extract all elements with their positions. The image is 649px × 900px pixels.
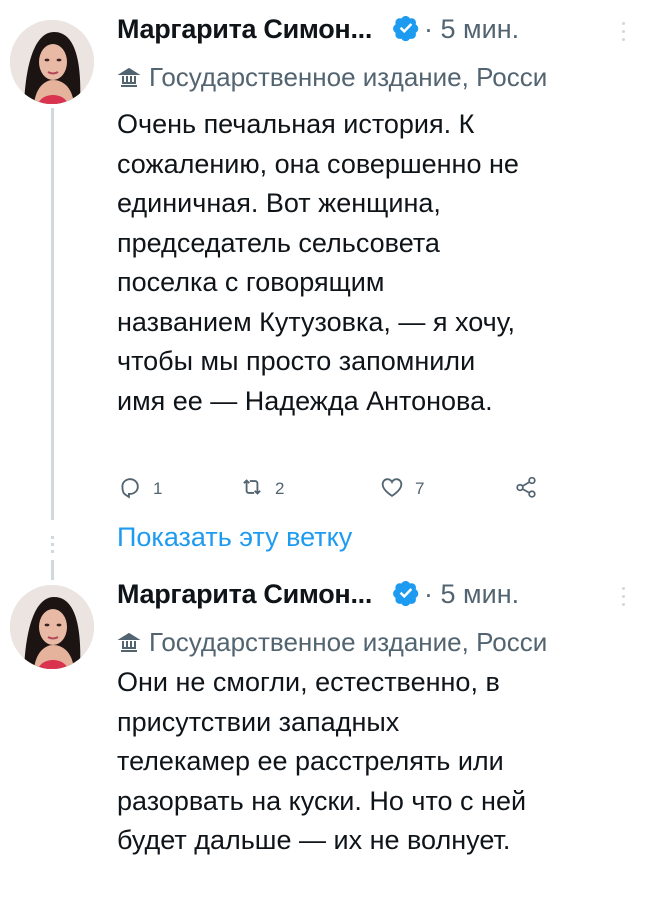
state-media-flag-icon: [117, 65, 141, 89]
verified-badge-icon: [392, 579, 420, 607]
tweet-2[interactable]: Маргарита Симон... · 5 мин. Государственн…: [0, 565, 649, 900]
like-button[interactable]: 7: [379, 474, 424, 504]
retweet-button[interactable]: 2: [239, 474, 284, 504]
tweet-text-line: телекамер ее расстрелять или: [117, 746, 504, 776]
thread-dot: [51, 543, 54, 546]
more-icon[interactable]: [621, 587, 627, 609]
tweet-text: Очень печальная история. К сожалению, он…: [117, 105, 632, 421]
tweet-text-line: разорвать на куски. Но что с ней: [117, 785, 527, 816]
tweet-timestamp[interactable]: · 5 мин.: [424, 579, 519, 609]
like-icon: [379, 474, 405, 505]
tweet-text-line: поселка с говорящим: [117, 267, 385, 297]
thread-dot: [51, 536, 54, 539]
author-avatar[interactable]: [10, 585, 94, 669]
tweet-header: Маргарита Симон... · 5 мин.: [117, 579, 519, 619]
reply-button[interactable]: 1: [117, 474, 162, 504]
share-icon: [513, 474, 539, 505]
tweet-text: Они не смогли, естественно, в присутстви…: [117, 663, 632, 861]
state-media-label[interactable]: Государственное издание, Росси: [117, 627, 649, 658]
reply-icon: [117, 474, 143, 505]
tweet-timestamp[interactable]: · 5 мин.: [424, 14, 519, 44]
retweet-icon: [239, 474, 265, 505]
thread-dot: [51, 550, 54, 553]
author-name[interactable]: Маргарита Симон...: [117, 14, 372, 44]
tweet-text-line: Они не смогли, естественно, в: [117, 667, 500, 697]
share-button[interactable]: [513, 474, 539, 504]
tweet-text-line: будет дальше — их не волнует.: [117, 825, 511, 855]
retweet-count: 2: [275, 479, 285, 498]
author-name[interactable]: Маргарита Симон...: [117, 579, 372, 609]
tweet-1[interactable]: Маргарита Симон... · 5 мин. Государственн…: [0, 0, 649, 520]
tweet-actions: 1 2 7: [117, 474, 577, 504]
tweet-text-line: присутствии западных: [117, 706, 400, 737]
tweet-text-line: председатель сельсовета: [117, 227, 440, 258]
state-media-flag-icon: [117, 630, 141, 654]
state-media-label[interactable]: Государственное издание, Росси: [117, 62, 649, 93]
thread-connector-line: [51, 108, 54, 520]
like-count: 7: [415, 479, 425, 498]
tweet-text-line: сожалению, она совершенно не: [117, 148, 519, 179]
state-media-label-text: Государственное издание, Росси: [149, 62, 548, 92]
tweet-text-line: Очень печальная история. К: [117, 109, 475, 139]
author-avatar[interactable]: [10, 20, 94, 104]
verified-badge-icon: [392, 14, 420, 42]
state-media-label-text: Государственное издание, Росси: [149, 627, 548, 657]
tweet-text-line: чтобы мы просто запомнили: [117, 346, 476, 376]
more-icon[interactable]: [621, 22, 627, 44]
tweet-text-line: названием Кутузовка, — я хочу,: [117, 306, 515, 337]
tweet-text-line: единичная. Вот женщина,: [117, 188, 441, 218]
reply-count: 1: [153, 479, 163, 498]
tweet-header: Маргарита Симон... · 5 мин.: [117, 14, 519, 54]
show-thread-link[interactable]: Показать эту ветку: [117, 522, 352, 553]
tweet-text-line: имя ее — Надежда Антонова.: [117, 385, 493, 416]
